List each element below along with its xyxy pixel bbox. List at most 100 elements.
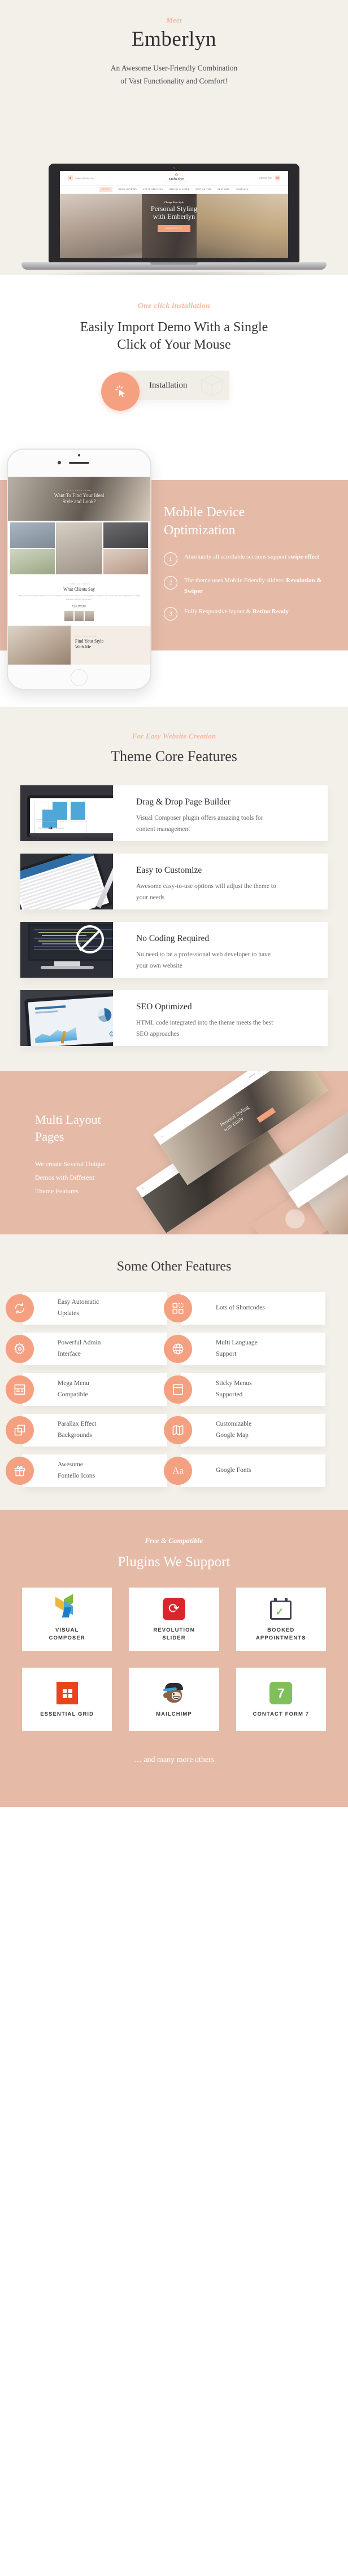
mockup-email: emberlyn@info.com (68, 175, 94, 181)
plugin-card[interactable]: ⟳ REVOLUTION SLIDER (129, 1588, 219, 1651)
mockup-phone: 0 800 668 88 65 ☎ (259, 175, 280, 181)
gear-icon (6, 1334, 34, 1363)
other-feature-line1: Easy Automatic (58, 1299, 99, 1306)
plugin-card[interactable]: 7 CONTACT FORM 7 (236, 1668, 326, 1731)
other-feature-card[interactable]: Awesome Fontello Icons (6, 1454, 167, 1487)
other-feature-card[interactable]: Parallax Effect Backgrounds (6, 1413, 167, 1447)
phone-bottom-bezel (8, 665, 150, 689)
other-feature-line2: Fontello Icons (58, 1472, 95, 1479)
sticky-menu-icon (164, 1375, 192, 1404)
phone-camera-icon (58, 461, 61, 465)
map-icon (164, 1416, 192, 1444)
phone-mockup: FIND YOUR LOOK Want To Find Your Ideal S… (7, 449, 151, 691)
gallery-tile (103, 549, 148, 575)
plugins-eyebrow: Free & Compatible (145, 1536, 203, 1545)
multi-layout-title-line2: Pages (35, 1129, 64, 1144)
visual-composer-logo (55, 1594, 79, 1622)
laptop-mockup: emberlyn@info.com ✿ Emberlyn PERSONAL ST… (0, 164, 348, 275)
mobile-feature-item: 3 Fully Responsive layout & Retina Ready (164, 606, 339, 621)
phone-hero-kicker: FIND YOUR LOOK (67, 489, 92, 492)
install-title-line1: Easily Import Demo With a Single (80, 320, 268, 335)
typography-aa-icon: Aa (164, 1456, 192, 1485)
install-title: Easily Import Demo With a Single Click o… (53, 319, 295, 354)
other-features-title: Some Other Features (116, 1259, 232, 1274)
core-features-section: For Easy Website Creation Theme Core Fea… (0, 707, 348, 1071)
plugin-name-line1: VISUAL (55, 1627, 79, 1633)
gallery-tile (10, 522, 55, 548)
gift-icon (6, 1456, 34, 1485)
plugin-name-line2: COMPOSER (49, 1635, 85, 1642)
mobile-feature-text: Absolutely all scrollable sections suppo… (184, 553, 289, 560)
plugin-card[interactable]: ESSENTIAL GRID (22, 1668, 112, 1731)
mockup-nav-item-features[interactable]: FEATURES (218, 188, 229, 191)
mobile-feature-text: The theme uses Mobile Friendly sliders: (184, 577, 286, 584)
other-feature-line2: Backgrounds (58, 1431, 92, 1439)
revolution-slider-logo: ⟳ (162, 1596, 185, 1622)
thumb (64, 610, 73, 621)
core-card-title: Drag & Drop Page Builder (136, 797, 231, 807)
multi-layout-title-line1: Multi Layout (35, 1112, 101, 1127)
plugin-card[interactable]: VISUAL COMPOSER (22, 1588, 112, 1651)
mockup-logo-tagline: PERSONAL STYLIST (164, 181, 189, 183)
other-feature-card[interactable]: Multi Language Support (164, 1332, 325, 1365)
other-feature-line2: Supported (216, 1391, 243, 1398)
multi-layout-copy: Multi Layout Pages We create Several Uni… (35, 1111, 171, 1198)
mockup-nav-item-before-after[interactable]: BEFORE & AFTER (169, 188, 189, 191)
plugins-section: Free & Compatible Plugins We Support VIS… (0, 1509, 348, 1808)
no-entry-icon (76, 925, 104, 953)
other-feature-card[interactable]: Easy Automatic Updates (6, 1291, 167, 1325)
phone-icon: ☎ (275, 175, 280, 181)
other-feature-card[interactable]: Customizable Google Map (164, 1413, 325, 1447)
core-card-title: No Coding Required (136, 933, 210, 943)
other-feature-line2: Google Map (216, 1431, 249, 1439)
other-feature-card[interactable]: Sticky Menus Supported (164, 1373, 325, 1406)
other-feature-card[interactable]: Lots of Shortcodes (164, 1291, 325, 1325)
other-feature-line2: Support (216, 1350, 237, 1357)
other-features-section: Some Other Features Easy Automatic Updat… (0, 1234, 348, 1510)
drag-drop-thumbnail: Drag here to add widgets ➜ (20, 785, 113, 841)
mobile-feature-text-bold: swipe effect (288, 553, 319, 560)
package-box-icon (201, 375, 223, 397)
hero-eyebrow: Meet (166, 16, 182, 24)
plugin-name-line2: APPOINTMENTS (255, 1635, 306, 1642)
other-feature-card[interactable]: Powerful Admin Interface (6, 1332, 167, 1365)
plugin-name-line1: BOOKED (267, 1627, 295, 1633)
other-feature-line1: Sticky Menus (216, 1380, 252, 1387)
other-feature-card[interactable]: Aa Google Fonts (164, 1454, 325, 1487)
core-feature-card: ⚙ SEO Optimized HTML code integrated int… (20, 990, 328, 1046)
logo-mark-icon: ✿ (175, 173, 179, 177)
phone-testimonial-thumbs (18, 610, 140, 621)
core-title: Theme Core Features (111, 748, 237, 765)
customize-thumbnail (20, 853, 113, 909)
installation-card[interactable]: Installation (101, 371, 229, 411)
cursor-icon: ➜ (48, 825, 53, 832)
other-feature-line1: Lots of Shortcodes (216, 1304, 265, 1312)
mockup-nav-item-hints[interactable]: HINTS & TIPS (195, 188, 211, 191)
install-title-line2: Click of Your Mouse (117, 337, 231, 353)
phone-testimonial-role: MY CLIENT (73, 606, 85, 609)
mockup-slide-title-line1: Personal Styling (150, 205, 198, 213)
phone-home-button-icon[interactable] (71, 669, 88, 687)
mockup-phone-text: 0 800 668 88 65 (259, 177, 272, 179)
other-feature-line2: Updates (58, 1309, 79, 1317)
mockup-nav-item-work[interactable]: WORK WITH ME (119, 188, 137, 191)
mockup-slide-title-line2: with Emberlyn (153, 213, 195, 221)
plugin-card[interactable]: ✓ BOOKED APPOINTMENTS (236, 1588, 326, 1651)
core-card-desc: Visual Composer plugin offers amazing to… (136, 814, 263, 833)
mockup-nav-item-services[interactable]: STYLE SERVICES (143, 188, 163, 191)
other-feature-line1: Google Fonts (216, 1467, 251, 1474)
mockup-contact-button[interactable]: CONTACT ME (157, 225, 191, 232)
refresh-icon (6, 1294, 34, 1322)
phone-hero: FIND YOUR LOOK Want To Find Your Ideal S… (8, 477, 150, 521)
mockup-nav-item-home[interactable]: HOME (99, 187, 112, 192)
install-eyebrow: One click installation (137, 302, 211, 310)
other-feature-line1: Multi Language (216, 1339, 258, 1347)
phone-gallery-grid (8, 521, 150, 577)
other-feature-card[interactable]: Mega Menu Compatible (6, 1373, 167, 1406)
mail-icon (68, 175, 73, 181)
plugin-card[interactable]: MAILCHIMP (129, 1668, 219, 1731)
grid-blocks-icon (164, 1294, 192, 1322)
laptop-shadow (34, 271, 314, 275)
mockup-nav-item-contacts[interactable]: CONTACTS (236, 188, 249, 191)
multi-layout-desc-line2: Demos with Different (35, 1173, 95, 1182)
